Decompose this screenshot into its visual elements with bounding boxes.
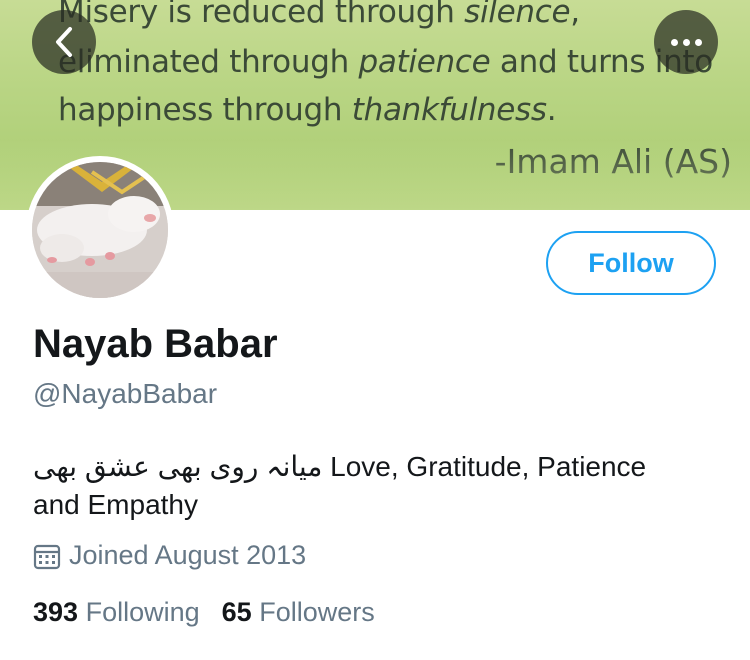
followers-link[interactable]: 65 Followers xyxy=(222,597,375,628)
following-count: 393 xyxy=(33,597,79,627)
banner-quote-line-1: Misery is reduced through silence, xyxy=(58,0,580,30)
follow-button[interactable]: Follow xyxy=(546,231,716,295)
profile-bio: میانہ روی بھی عشق بھی Love, Gratitude, P… xyxy=(33,448,723,524)
display-name: Nayab Babar xyxy=(33,322,278,366)
banner-quote-line-3: happiness through thankfulness. xyxy=(58,92,557,128)
calendar-icon xyxy=(33,544,61,569)
avatar-image xyxy=(32,162,168,298)
joined-label: Joined August 2013 xyxy=(69,540,307,570)
more-options-button[interactable] xyxy=(654,10,718,74)
bio-line-2: and Empathy xyxy=(33,489,198,520)
back-button[interactable] xyxy=(32,10,96,74)
following-label: Following xyxy=(85,597,200,627)
following-link[interactable]: 393 Following xyxy=(33,597,200,628)
user-handle: @NayabBabar xyxy=(33,378,218,409)
followers-count: 65 xyxy=(221,597,252,627)
more-horizontal-icon xyxy=(670,38,702,46)
banner-quote-line-2: eliminated through patience and turns in… xyxy=(58,44,713,80)
avatar[interactable] xyxy=(26,156,174,304)
joined-date: Joined August 2013 xyxy=(33,540,306,571)
chevron-left-icon xyxy=(56,27,72,57)
followers-label: Followers xyxy=(259,597,375,627)
banner-quote-author: -Imam Ali (AS) xyxy=(494,142,732,181)
follow-stats: 393 Following 65 Followers xyxy=(33,597,375,628)
bio-line-1: میانہ روی بھی عشق بھی Love, Gratitude, P… xyxy=(33,451,647,482)
